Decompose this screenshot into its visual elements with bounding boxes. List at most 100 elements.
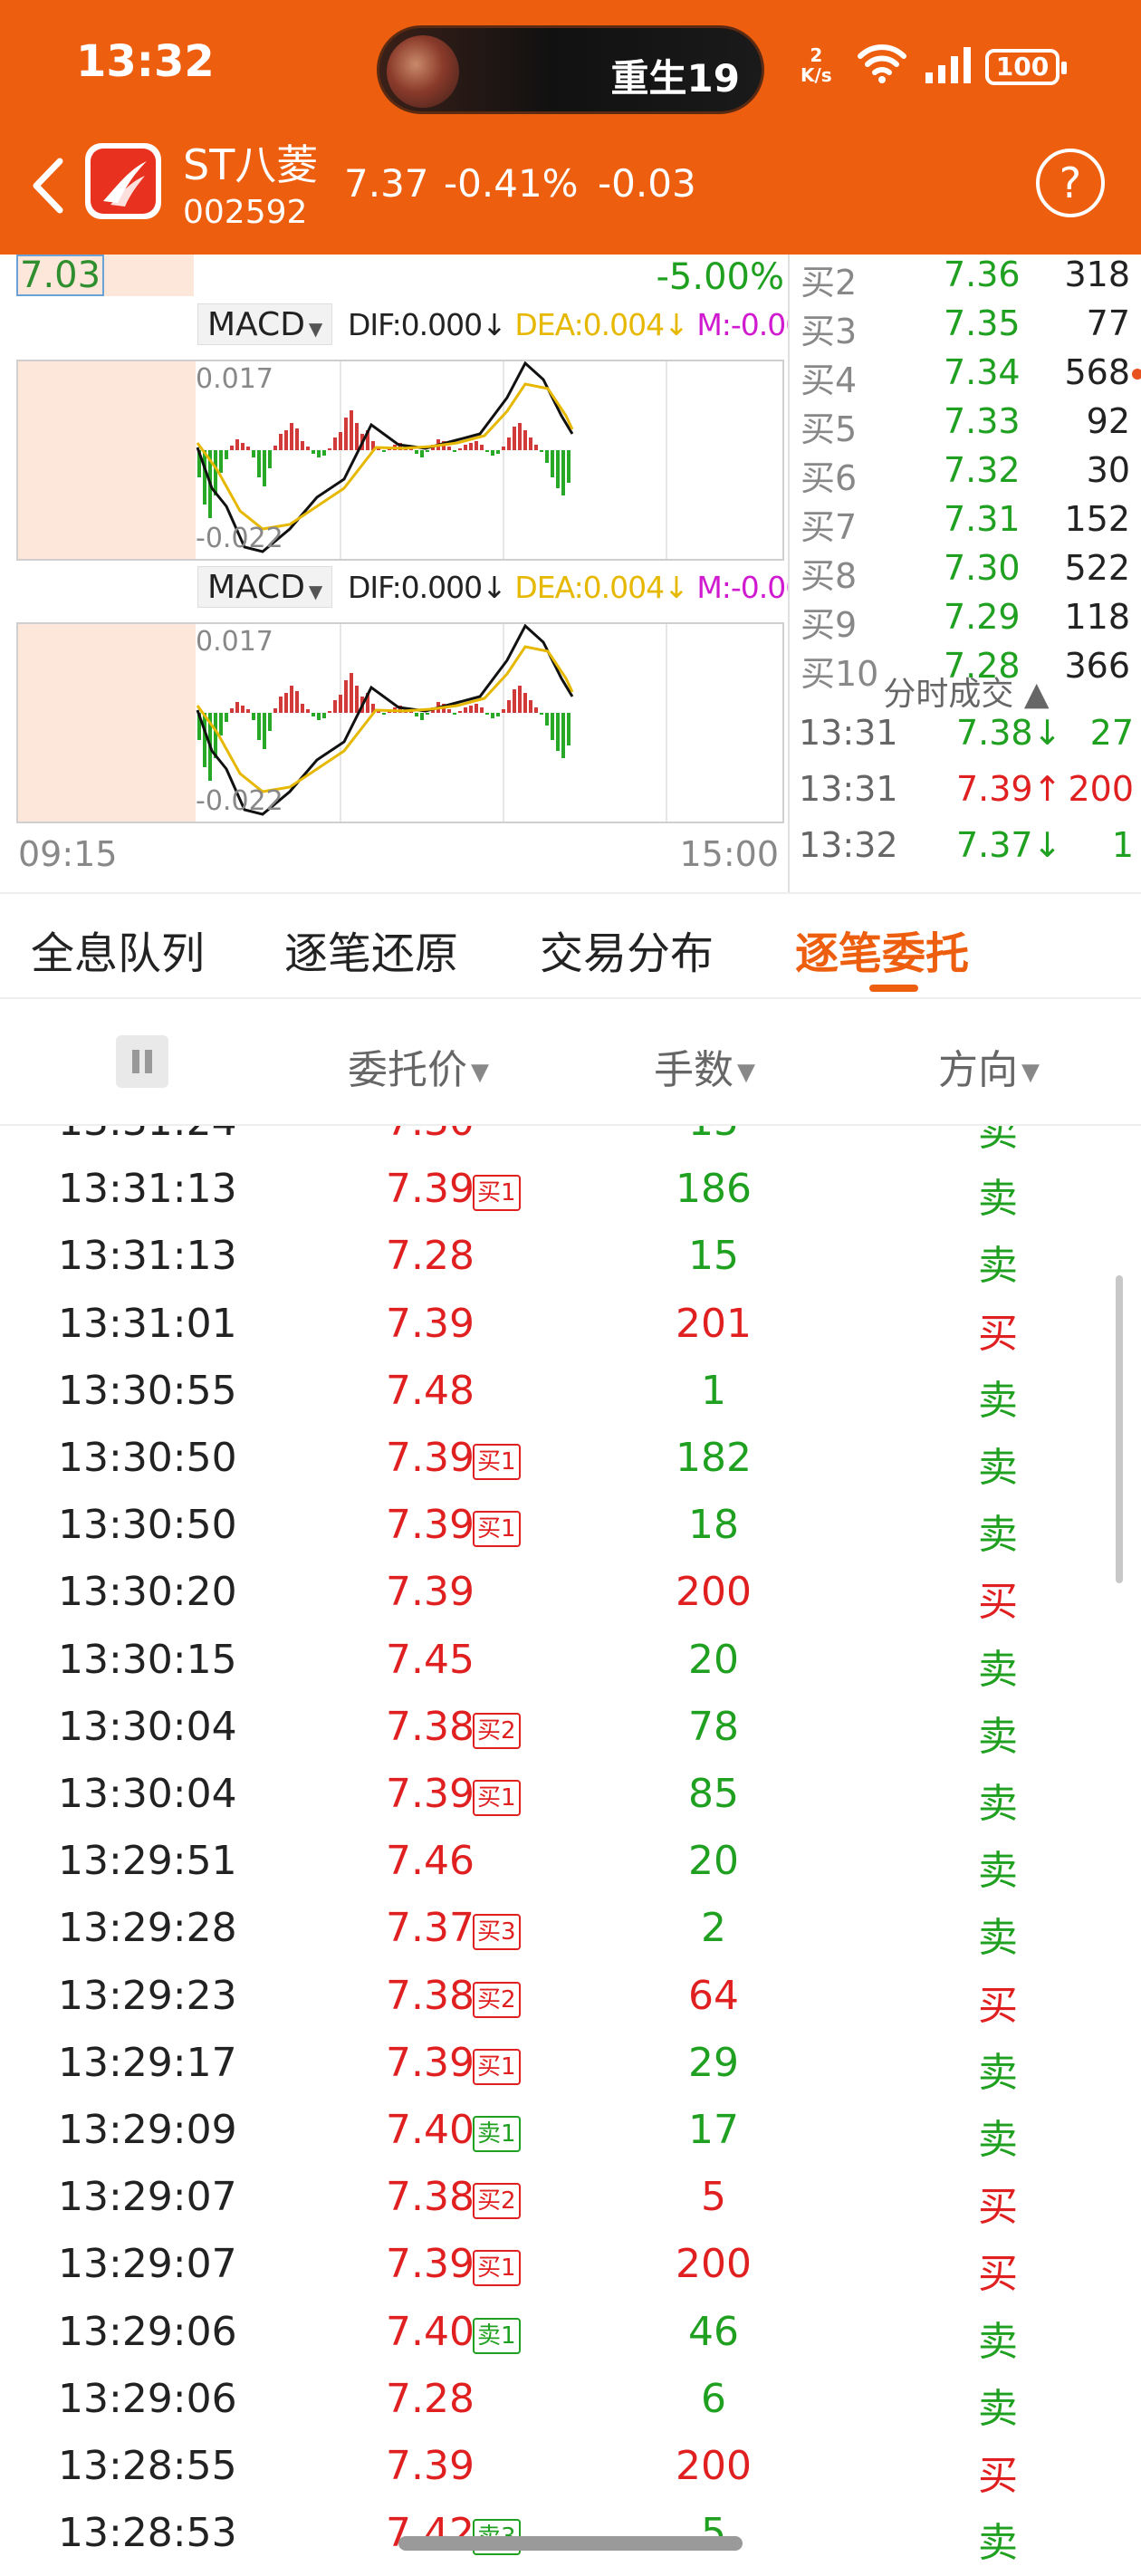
wifi-icon	[858, 44, 906, 83]
order-volume: 46	[688, 2308, 739, 2355]
axis-bottom-label: -0.022	[196, 523, 283, 554]
book-price: 7.29	[944, 597, 1021, 637]
live-activity-pill[interactable]: 重生19	[377, 25, 764, 114]
book-row[interactable]: 买8 7.30 522	[790, 548, 1141, 597]
last-price: 7.37	[344, 161, 429, 206]
table-row[interactable]: 13:30:15 7.45 20 卖	[0, 1628, 1141, 1695]
table-row[interactable]: 13:29:09 7.40 卖1 17 卖	[0, 2098, 1141, 2165]
net-speed: 2 K/s	[801, 45, 832, 85]
book-level-label: 买3	[801, 312, 858, 351]
pause-icon[interactable]	[116, 1035, 168, 1088]
tab-tick-restore[interactable]: 逐笔还原	[284, 918, 458, 981]
table-row[interactable]: 13:31:01 7.39 201 买	[0, 1292, 1141, 1359]
ticks-title[interactable]: 分时成交 ▲	[790, 668, 1141, 715]
book-row[interactable]: 买5 7.33 92	[790, 401, 1141, 450]
order-volume: 15	[634, 1126, 793, 1145]
app-header: 13:32 重生19 2 K/s 100 ST八菱 002592 7.37 -0…	[0, 0, 1141, 255]
macd-panel-2: 0.017 -0.022	[16, 622, 784, 823]
order-time: 13:31:24	[58, 1126, 237, 1145]
book-price: 7.30	[944, 548, 1021, 588]
tab-full-queue[interactable]: 全息队列	[31, 918, 205, 981]
book-row[interactable]: 买3 7.35 77	[790, 303, 1141, 352]
book-price: 7.33	[944, 401, 1021, 441]
table-row[interactable]: 13:30:55 7.48 1 卖	[0, 1359, 1141, 1426]
order-direction: 卖	[978, 1176, 1018, 1223]
book-row[interactable]: 买9 7.29 118	[790, 597, 1141, 646]
table-row[interactable]: 13:30:20 7.39 200 买	[0, 1560, 1141, 1627]
tab-bar: 全息队列 逐笔还原 交易分布 逐笔委托	[0, 892, 1141, 999]
table-row[interactable]: 13:28:537.42卖35卖	[0, 2501, 1141, 2568]
home-indicator[interactable]	[398, 2536, 743, 2551]
macd-panel-1: 0.017 -0.022	[16, 360, 784, 561]
order-book[interactable]: 买2 7.36 318 买3 7.35 77 买4 7.34 568 买5 7.33 92 买6 7.32…	[788, 255, 1141, 892]
queue-tag: 买1	[473, 1511, 521, 1548]
order-time: 13:29:07	[58, 2241, 237, 2288]
table-row[interactable]: 13:30:50 7.39 买1 182 卖	[0, 1426, 1141, 1493]
axis-bottom-label: -0.022	[196, 785, 283, 817]
table-row[interactable]: 13:31:24 7.30 15 卖	[0, 1126, 1141, 1157]
back-arrow-icon[interactable]	[25, 154, 71, 217]
order-price: 7.39	[386, 1166, 475, 1213]
book-volume: 77	[1086, 303, 1130, 343]
tick-time: 13:31	[799, 769, 898, 809]
table-row[interactable]: 13:29:07 7.39 买1 200 买	[0, 2232, 1141, 2299]
order-price: 7.38	[386, 1972, 475, 2019]
order-time: 13:28:55	[58, 2443, 237, 2489]
macd-values: DIF:0.000↓ DEA:0.004↓ M:-0.008↓	[348, 307, 847, 342]
book-level-label: 买6	[801, 458, 858, 498]
orders-list[interactable]: 13:31:24 7.30 15 卖13:31:137.39买1186卖13:31:1…	[0, 1126, 1141, 2576]
indicator-selector[interactable]: MACD ▼	[197, 566, 333, 608]
table-row[interactable]: 13:29:07 7.38 买2 5 买	[0, 2165, 1141, 2232]
table-row[interactable]: 13:29:06 7.28 6 卖	[0, 2367, 1141, 2434]
tick-row: 13:31 7.38↓ 27	[790, 713, 1141, 767]
order-time: 13:29:23	[58, 1972, 237, 2019]
tab-trade-distribution[interactable]: 交易分布	[540, 918, 714, 981]
queue-tag: 买1	[473, 1780, 521, 1816]
column-price[interactable]: 委托价 ▼	[348, 1037, 489, 1095]
stock-logo	[85, 143, 161, 219]
table-row[interactable]: 13:30:04 7.39 买1 85 卖	[0, 1762, 1141, 1829]
table-row[interactable]: 13:29:06 7.40 卖1 46 卖	[0, 2300, 1141, 2367]
help-button[interactable]: ?	[1036, 149, 1105, 217]
table-row[interactable]: 13:31:13 7.39 买1 186 卖	[0, 1157, 1141, 1224]
order-volume: 5	[701, 2174, 726, 2221]
order-price: 7.30	[386, 1126, 475, 1145]
book-row[interactable]: 买6 7.32 30	[790, 450, 1141, 499]
queue-tag: 买1	[473, 1444, 521, 1480]
book-level-label: 买9	[801, 605, 858, 645]
queue-tag: 买2	[473, 1981, 521, 2018]
book-level-label: 买5	[801, 409, 858, 449]
table-row[interactable]: 13:30:50 7.39 买1 18 卖	[0, 1493, 1141, 1560]
table-row[interactable]: 13:30:04 7.38 买2 78 卖	[0, 1695, 1141, 1762]
book-row[interactable]: 买7 7.31 152	[790, 499, 1141, 548]
table-row[interactable]: 13:29:28 7.37 买3 2 卖	[0, 1896, 1141, 1963]
scrollbar[interactable]	[1116, 1275, 1123, 1583]
change-amount: -0.03	[598, 161, 696, 206]
book-row[interactable]: 买4 7.34 568	[790, 352, 1141, 401]
order-price: 7.39	[386, 1771, 475, 1817]
order-time: 13:30:50	[58, 1502, 237, 1549]
table-row[interactable]: 13:29:51 7.46 20 卖	[0, 1829, 1141, 1896]
table-row[interactable]: 13:28:55 7.39 200 买	[0, 2434, 1141, 2501]
chart-area[interactable]: 7.03 -5.00% MACD ▼ DIF:0.000↓ DEA:0.004↓ …	[0, 255, 847, 892]
table-row[interactable]: 13:31:13 7.28 15 卖	[0, 1224, 1141, 1291]
book-volume: 152	[1064, 499, 1130, 539]
tick-row: 13:31 7.39↑ 200	[790, 769, 1141, 823]
order-price: 7.39	[386, 2039, 475, 2086]
table-row[interactable]: 13:29:17 7.39 买1 29 卖	[0, 2031, 1141, 2098]
time-axis-end: 15:00	[679, 834, 779, 874]
queue-tag: 买2	[473, 1712, 521, 1749]
book-row[interactable]: 买2 7.36 318	[790, 255, 1141, 303]
order-direction: 买	[978, 2184, 1018, 2231]
indicator-selector[interactable]: MACD ▼	[197, 303, 333, 345]
order-time: 13:28:53	[58, 2510, 237, 2557]
book-volume: 568	[1064, 352, 1130, 392]
column-direction[interactable]: 方向 ▼	[938, 1037, 1040, 1095]
table-row[interactable]: 13:29:23 7.38 买2 64 买	[0, 1964, 1141, 2031]
order-volume: 20	[688, 1838, 739, 1885]
column-volume[interactable]: 手数 ▼	[654, 1037, 755, 1095]
order-direction: 买	[978, 2251, 1018, 2298]
tab-tick-orders[interactable]: 逐笔委托	[795, 918, 969, 981]
order-time: 13:29:07	[58, 2174, 237, 2221]
macd-header-1: MACD ▼ DIF:0.000↓ DEA:0.004↓ M:-0.008↓	[0, 302, 847, 347]
